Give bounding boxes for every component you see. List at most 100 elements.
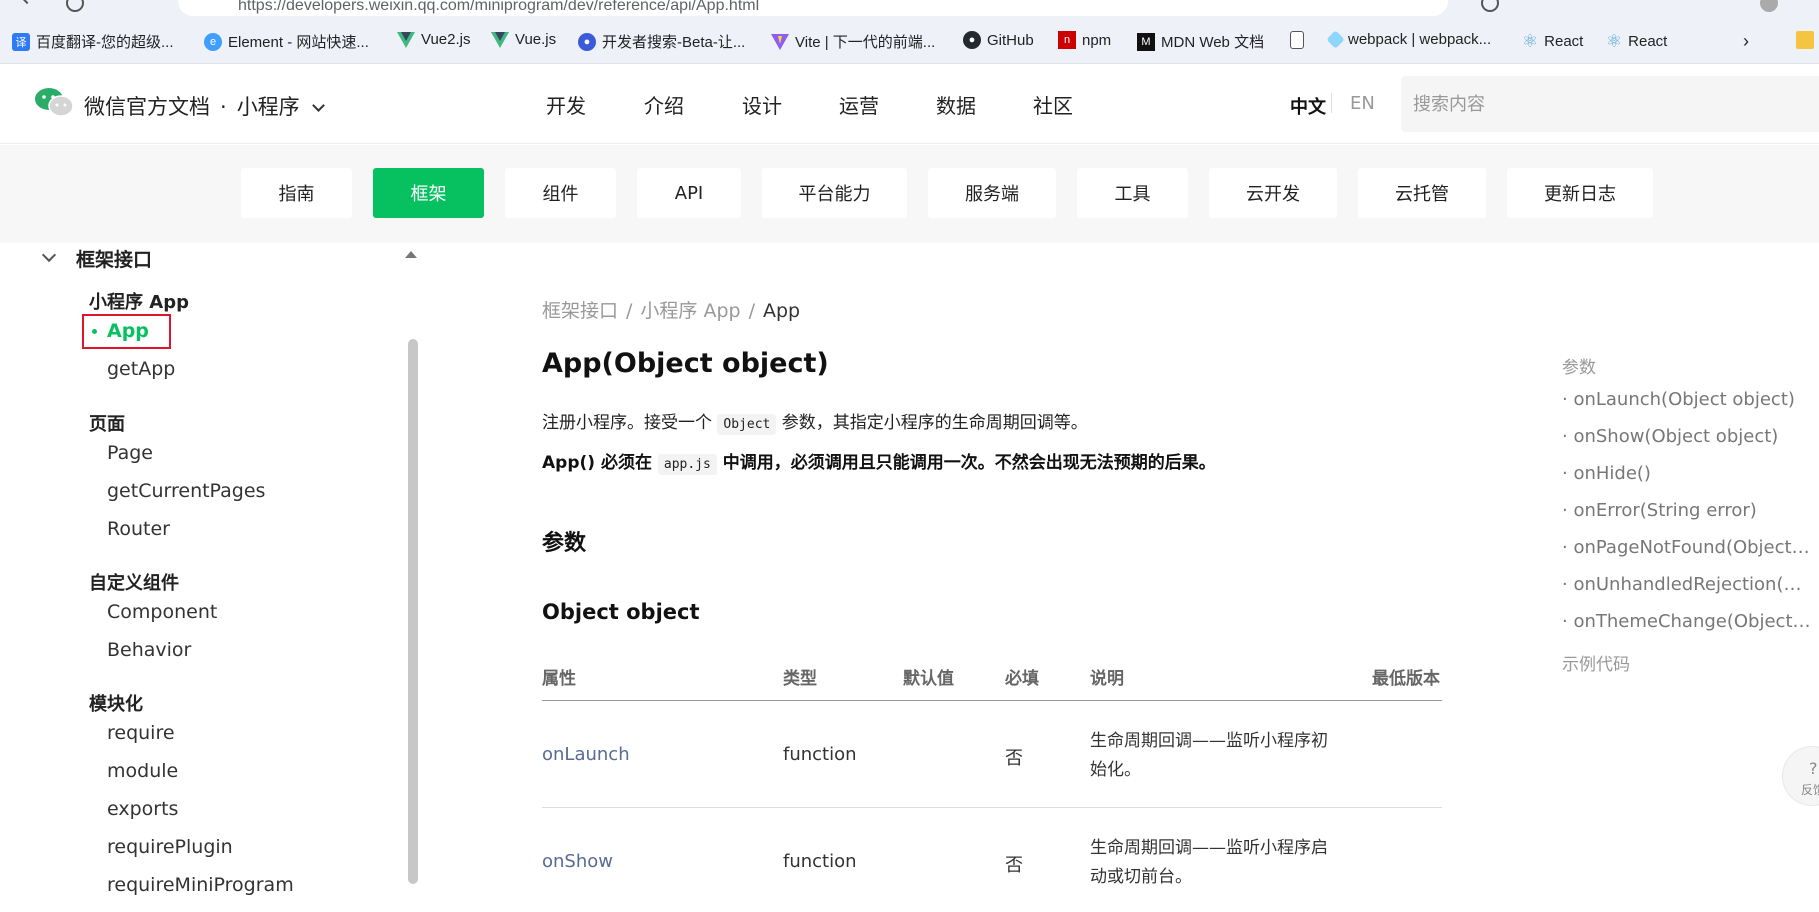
other-bookmarks-folder-icon[interactable] xyxy=(1796,31,1814,49)
nav-design[interactable]: 设计 xyxy=(742,90,782,119)
vue-icon xyxy=(397,31,415,48)
product-switcher[interactable]: 小程序 xyxy=(237,95,300,119)
chevron-down-icon[interactable] xyxy=(41,247,57,263)
sidebar-item-module[interactable]: module xyxy=(107,760,178,782)
breadcrumb-separator: / xyxy=(626,300,633,322)
bookmarks-bar: 译 百度翻译-您的超级... e Element - 网站快速... Vue2.… xyxy=(0,16,1819,64)
tab-components[interactable]: 组件 xyxy=(505,168,616,218)
tab-api[interactable]: API xyxy=(637,168,741,218)
tab-platform[interactable]: 平台能力 xyxy=(762,168,907,218)
sidebar-group-page[interactable]: 页面 xyxy=(89,410,125,436)
sidebar-item-component[interactable]: Component xyxy=(107,601,217,623)
sidebar-item-app[interactable]: App xyxy=(107,320,149,342)
nav-operate[interactable]: 运营 xyxy=(839,90,879,119)
inline-code: app.js xyxy=(657,454,717,475)
tab-tools[interactable]: 工具 xyxy=(1077,168,1188,218)
reload-icon[interactable] xyxy=(66,0,84,12)
bookmark-mdn[interactable]: M MDN Web 文档 xyxy=(1137,31,1264,52)
subheading-object: Object object xyxy=(542,600,700,624)
scroll-up-arrow-icon[interactable] xyxy=(405,251,417,258)
bookmark-baidu-translate[interactable]: 译 百度翻译-您的超级... xyxy=(12,31,174,52)
sidebar-item-require[interactable]: require xyxy=(107,722,175,744)
toc-item-onlaunch[interactable]: · onLaunch(Object object) xyxy=(1562,389,1812,410)
toc-title[interactable]: 参数 xyxy=(1562,353,1596,378)
bookmarks-overflow-chevron-icon[interactable]: › xyxy=(1743,31,1749,52)
profile-avatar[interactable] xyxy=(1760,0,1778,12)
intro-text-b: 参数，其指定小程序的生命周期回调等。 xyxy=(781,413,1088,433)
toc-item-onshow[interactable]: · onShow(Object object) xyxy=(1562,426,1812,447)
nav-data[interactable]: 数据 xyxy=(936,90,976,119)
tab-guide[interactable]: 指南 xyxy=(241,168,352,218)
bookmark-label: Vue2.js xyxy=(421,31,471,48)
sidebar-group-app[interactable]: 小程序 App xyxy=(89,288,189,314)
bookmark-devsearch[interactable]: ● 开发者搜索-Beta-让... xyxy=(578,31,745,52)
search-input[interactable] xyxy=(1401,76,1819,132)
category-tabs: 指南 框架 组件 API 平台能力 服务端 工具 云开发 云托管 更新日志 xyxy=(0,145,1819,243)
table-cell-onlaunch[interactable]: onLaunch xyxy=(542,744,630,765)
bookmark-vue[interactable]: Vue.js xyxy=(491,31,556,48)
bookmark-label: GitHub xyxy=(987,31,1034,49)
sidebar-item-getcurrentpages[interactable]: getCurrentPages xyxy=(107,480,265,502)
active-bullet-icon xyxy=(92,329,97,334)
toc-item-onerror[interactable]: · onError(String error) xyxy=(1562,500,1812,521)
tab-cloud-dev[interactable]: 云开发 xyxy=(1209,168,1337,218)
bookmark-element[interactable]: e Element - 网站快速... xyxy=(204,31,369,52)
sidebar-item-requireminiprogram[interactable]: requireMiniProgram xyxy=(107,874,294,896)
nav-community[interactable]: 社区 xyxy=(1033,90,1073,119)
table-cell-onshow[interactable]: onShow xyxy=(542,851,613,872)
sidebar-item-getapp[interactable]: getApp xyxy=(107,358,175,380)
tab-changelog[interactable]: 更新日志 xyxy=(1507,168,1653,218)
bookmark-vue2[interactable]: Vue2.js xyxy=(397,31,470,48)
toc-item-onunhandledrejection[interactable]: · onUnhandledRejection(O... xyxy=(1562,574,1812,595)
sidebar-item-router[interactable]: Router xyxy=(107,518,170,540)
tab-framework[interactable]: 框架 xyxy=(373,168,484,218)
sidebar-item-exports[interactable]: exports xyxy=(107,798,178,820)
bookmark-react-2[interactable]: ⚛ React xyxy=(1606,31,1667,52)
bookmark-github[interactable]: ● GitHub xyxy=(963,31,1034,49)
toc-item-example-code[interactable]: 示例代码 xyxy=(1562,650,1630,675)
tab-server[interactable]: 服务端 xyxy=(928,168,1056,218)
search-box[interactable] xyxy=(1401,76,1819,132)
document-icon xyxy=(1290,31,1304,49)
address-url[interactable]: https://developers.weixin.qq.com/minipro… xyxy=(238,0,759,15)
nav-develop[interactable]: 开发 xyxy=(546,90,586,148)
sidebar-group-custom-component[interactable]: 自定义组件 xyxy=(89,569,179,595)
react-icon: ⚛ xyxy=(1606,31,1623,51)
sidebar-item-requireplugin[interactable]: requirePlugin xyxy=(107,836,233,858)
toc-item-onthemechange[interactable]: · onThemeChange(Object o... xyxy=(1562,611,1812,632)
breadcrumb-current: App xyxy=(763,300,801,322)
breadcrumb-item[interactable]: 小程序 App xyxy=(640,300,740,322)
sidebar-group-modular[interactable]: 模块化 xyxy=(89,690,143,716)
table-header-required: 必填 xyxy=(1005,669,1039,689)
bookmark-npm[interactable]: n npm xyxy=(1058,31,1111,49)
table-header-property: 属性 xyxy=(542,669,576,689)
sidebar-section-framework-api[interactable]: 框架接口 xyxy=(40,243,152,273)
lang-en[interactable]: EN xyxy=(1350,93,1375,114)
sidebar-scrollbar[interactable] xyxy=(408,339,418,884)
bookmark-document[interactable] xyxy=(1290,31,1304,49)
toc-item-onhide[interactable]: · onHide() xyxy=(1562,463,1812,484)
table-header-type: 类型 xyxy=(783,669,817,689)
back-icon[interactable] xyxy=(19,0,35,5)
nav-intro[interactable]: 介绍 xyxy=(644,90,684,119)
chevron-down-icon[interactable] xyxy=(312,99,326,112)
address-bar[interactable]: https://developers.weixin.qq.com/minipro… xyxy=(178,0,1448,16)
sidebar-item-behavior[interactable]: Behavior xyxy=(107,639,191,661)
brand[interactable]: 微信官方文档 · 小程序 xyxy=(84,91,326,121)
tab-cloud-hosting[interactable]: 云托管 xyxy=(1358,168,1486,218)
extensions-icon[interactable] xyxy=(1481,0,1499,12)
breadcrumb-item[interactable]: 框架接口 xyxy=(542,300,618,322)
bookmark-react-1[interactable]: ⚛ React xyxy=(1522,31,1583,52)
bookmark-label: 百度翻译-您的超级... xyxy=(36,34,174,51)
lang-zh[interactable]: 中文 xyxy=(1290,93,1326,119)
feedback-button[interactable]: ? 反馈 xyxy=(1782,746,1819,806)
intro-text-a: 注册小程序。接受一个 xyxy=(542,413,712,433)
browser-toolbar: https://developers.weixin.qq.com/minipro… xyxy=(0,0,1819,16)
wechat-logo-icon[interactable] xyxy=(34,86,74,118)
bookmark-webpack[interactable]: webpack | webpack... xyxy=(1326,30,1491,49)
bookmark-vite[interactable]: Vite | 下一代的前端... xyxy=(771,31,935,52)
toc-item-onpagenotfound[interactable]: · onPageNotFound(Object ... xyxy=(1562,537,1812,558)
bookmark-label: React xyxy=(1628,33,1668,50)
devsearch-icon: ● xyxy=(578,32,596,51)
sidebar-item-page[interactable]: Page xyxy=(107,442,153,464)
